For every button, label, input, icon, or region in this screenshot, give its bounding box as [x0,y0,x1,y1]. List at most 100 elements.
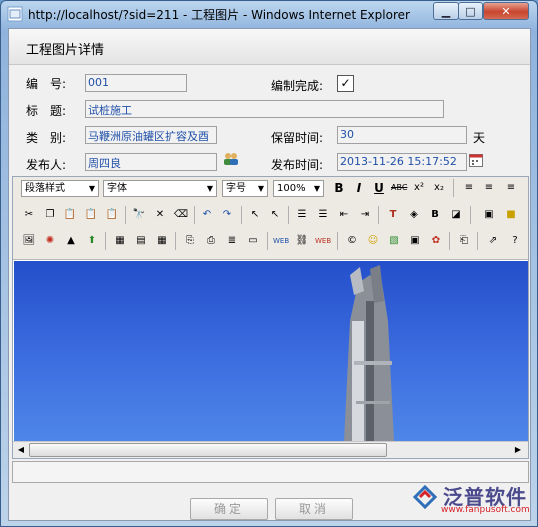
rich-text-editor: 段落样式 ▼ 字体 ▼ 字号 ▼ 100% ▼ B I U ABC x² x₂ ≡ ≡ … [12,176,529,459]
highlight-icon[interactable]: ■ [503,207,519,223]
align-center-icon[interactable]: ≡ [481,180,497,196]
help-icon[interactable]: ? [507,233,523,249]
title-bar[interactable]: http://localhost/?sid=211 - 工程图片 - Windo… [1,1,537,27]
paste-text-icon[interactable]: 📋 [83,207,99,223]
compiled-label: 编制完成: [271,79,324,93]
publisher-field[interactable]: 周四良 [85,153,217,171]
calendar-icon[interactable] [469,153,483,167]
align-right-icon[interactable]: ≡ [503,180,519,196]
compiled-checkbox[interactable]: ✓ [337,75,354,92]
background-color-icon[interactable]: ◈ [406,207,422,223]
underline-icon[interactable]: U [371,180,387,196]
block-background-icon[interactable]: B [427,207,443,223]
ie-icon [7,6,23,22]
select-user-icon[interactable] [223,152,239,166]
close-button[interactable]: ✕ [483,2,529,20]
toolbar-separator [267,232,268,250]
copy-icon[interactable]: ❐ [42,207,58,223]
fanpu-logo-icon [412,484,438,510]
indent-icon[interactable]: ⇥ [357,207,373,223]
toolbar-separator [337,232,338,250]
page-break-icon[interactable]: ⎗ [456,233,472,249]
insert-date-icon[interactable]: ▣ [407,233,423,249]
insert-excel-icon[interactable]: ▧ [386,233,402,249]
paste-icon[interactable]: 📋 [62,207,78,223]
font-color-icon[interactable]: T [385,207,401,223]
chevron-down-icon: ▼ [88,184,95,193]
title-field[interactable]: 试桩施工 [85,100,444,118]
insert-table-icon[interactable]: ▦ [112,233,128,249]
web-link-icon[interactable]: WEB [273,233,289,249]
border-icon[interactable]: ◪ [448,207,464,223]
zoom-select[interactable]: 100% ▼ [273,180,324,197]
retention-field[interactable]: 30 [337,126,467,144]
emoticon-icon[interactable]: ☺ [365,233,381,249]
scroll-thumb[interactable] [29,443,387,457]
maximize-button[interactable]: □ [458,2,483,20]
bold-icon[interactable]: B [331,180,347,196]
insert-row-icon[interactable]: ≣ [224,233,240,249]
redo-icon[interactable]: ↷ [219,207,235,223]
table-properties-icon[interactable]: ▤ [133,233,149,249]
maximize-editor-icon[interactable]: ⇗ [485,233,501,249]
insert-flash-icon[interactable]: ✺ [42,233,58,249]
strikethrough-icon[interactable]: ABC [391,180,407,196]
toolbar-separator [477,232,478,250]
insert-input-icon[interactable]: ▭ [245,233,261,249]
fanpusoft-logo: 泛普软件 www.fanpusoft.com [411,481,531,521]
absolute-position-icon[interactable]: ↖ [267,207,283,223]
toolbar-separator [470,206,471,224]
undo-icon[interactable]: ↶ [199,207,215,223]
category-label: 类 别: [26,131,67,145]
scroll-left-icon[interactable]: ◀ [14,443,28,457]
editor-status-bar [12,461,529,483]
unlink-icon[interactable]: WEB [315,233,331,249]
toolbar-separator [194,206,195,224]
select-pointer-icon[interactable]: ↖ [247,207,263,223]
paragraph-style-value: 段落样式 [25,183,65,194]
ie-window: http://localhost/?sid=211 - 工程图片 - Windo… [0,0,538,527]
insert-file-icon[interactable]: ⬆ [84,233,100,249]
outdent-icon[interactable]: ⇤ [336,207,352,223]
scroll-right-icon[interactable]: ▶ [511,443,525,457]
dialog-content: 工程图片详情 编 号: 001 编制完成: ✓ 标 题: 试桩施工 类 别: 马… [8,28,531,521]
insert-textarea-icon[interactable]: ⎙ [203,233,219,249]
hyperlink-icon[interactable]: ⛓ [294,233,310,249]
horizontal-scrollbar[interactable]: ◀ ▶ [13,441,528,458]
subscript-icon[interactable]: x₂ [431,180,447,196]
paste-word-icon[interactable]: 📋 [104,207,120,223]
italic-icon[interactable]: I [351,180,367,196]
unordered-list-icon[interactable]: ☰ [315,207,331,223]
font-size-value: 字号 [226,183,246,194]
publish-time-field[interactable]: 2013-11-26 15:17:52 [337,153,467,171]
cut-icon[interactable]: ✂ [21,207,37,223]
ordered-list-icon[interactable]: ☰ [294,207,310,223]
frame-icon[interactable]: ▣ [481,207,497,223]
insert-media-icon[interactable]: ▲ [63,233,79,249]
cancel-button[interactable]: 取消 [275,498,353,520]
paragraph-style-select[interactable]: 段落样式 ▼ [21,180,99,197]
find-icon[interactable]: 🔭 [131,207,147,223]
ok-button[interactable]: 确定 [190,498,268,520]
insert-image-icon[interactable]: 🖼 [21,233,37,249]
toolbar-separator [241,206,242,224]
editor-content-image[interactable] [14,261,528,441]
font-size-select[interactable]: 字号 ▼ [222,180,268,197]
toolbar-separator [288,206,289,224]
dialog-title: 工程图片详情 [26,43,105,58]
special-character-icon[interactable]: © [344,233,360,249]
superscript-icon[interactable]: x² [411,180,427,196]
delete-icon[interactable]: ✕ [152,207,168,223]
font-select[interactable]: 字体 ▼ [103,180,217,197]
align-left-icon[interactable]: ≡ [461,180,477,196]
toolbar-separator [449,232,450,250]
number-field[interactable]: 001 [85,74,187,92]
minimize-button[interactable]: ▁ [433,2,459,20]
insert-form-icon[interactable]: ⎘ [182,233,198,249]
pile-rig-photo [344,265,394,441]
cell-properties-icon[interactable]: ▦ [154,233,170,249]
category-field[interactable]: 马鞭洲原油罐区扩容及酉 [85,126,217,144]
eraser-icon[interactable]: ⌫ [173,207,189,223]
publisher-label: 发布人: [26,158,67,172]
insert-stamp-icon[interactable]: ✿ [428,233,444,249]
